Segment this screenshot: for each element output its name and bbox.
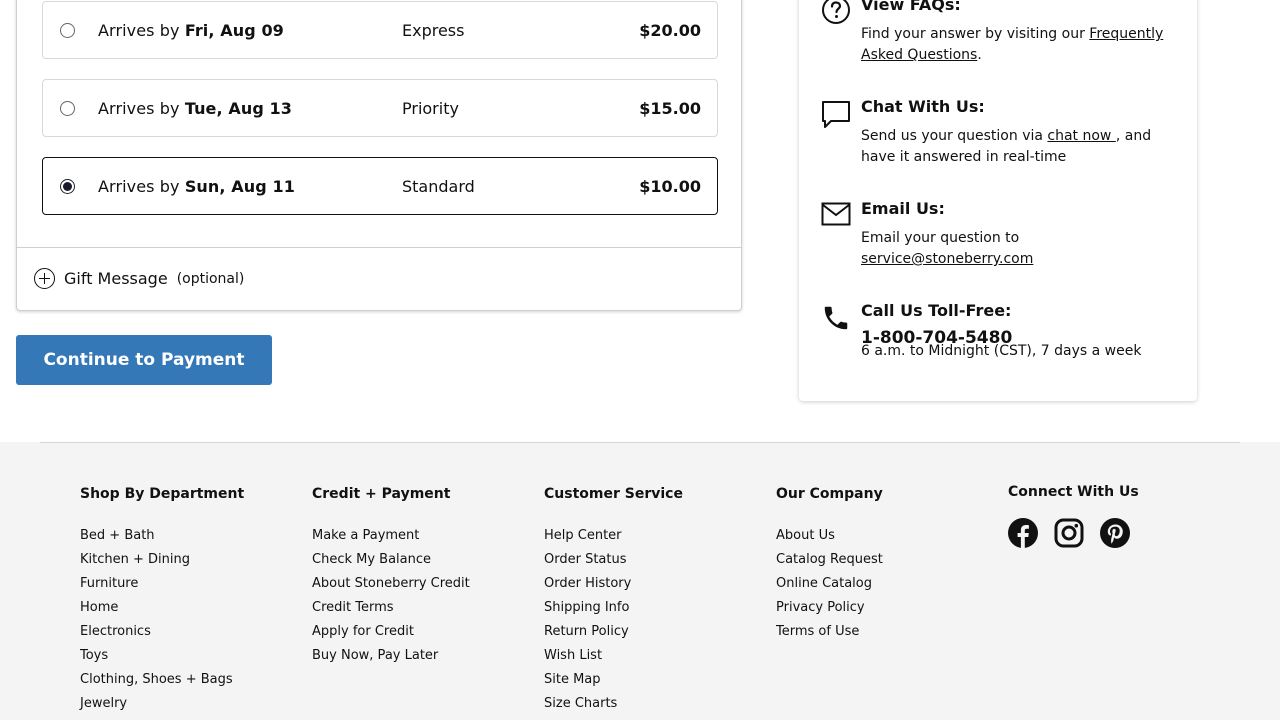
divider (17, 247, 741, 248)
gift-message-toggle[interactable]: Gift Message (optional) (34, 268, 244, 289)
arrival-date: Tue, Aug 13 (184, 98, 293, 118)
instagram-icon[interactable] (1054, 518, 1084, 548)
footer-link[interactable]: About Us (776, 524, 883, 548)
shipping-option-standard[interactable]: Arrives by Sun, Aug 11 Standard $10.00 (42, 157, 718, 215)
footer-link[interactable]: Site Map (544, 668, 683, 692)
footer-link[interactable]: Bed + Bath (80, 524, 244, 548)
footer-link[interactable]: Furniture (80, 572, 244, 596)
email-text: Email your question to service@stoneberry… (861, 228, 1171, 270)
shipping-option-express[interactable]: Arrives by Fri, Aug 09 Express $20.00 (42, 1, 718, 59)
faq-text-prefix: Find your answer by visiting our (861, 26, 1090, 42)
footer-link[interactable]: Clothing, Shoes + Bags (80, 668, 244, 692)
footer-link[interactable]: Wish List (544, 644, 683, 668)
footer-column-title: Credit + Payment (312, 486, 451, 502)
footer-divider (40, 442, 1240, 443)
help-card: View FAQs: Find your answer by visiting … (799, 0, 1197, 401)
faq-title: View FAQs: (861, 0, 961, 14)
chat-now-link[interactable]: chat now (1047, 128, 1115, 144)
footer-link[interactable]: Return Policy (544, 620, 683, 644)
shipping-price: $10.00 (639, 176, 701, 196)
footer-column-customer-service: Customer Service Help Center Order Statu… (544, 486, 683, 716)
footer-link[interactable]: Order History (544, 572, 683, 596)
radio-button[interactable] (60, 22, 75, 38)
footer-link[interactable]: Buy Now, Pay Later (312, 644, 470, 668)
question-circle-icon (821, 0, 851, 29)
gift-message-label: Gift Message (64, 269, 168, 288)
service-name: Express (402, 20, 465, 40)
footer-link[interactable]: Credit Terms (312, 596, 470, 620)
connect-title: Connect With Us (1008, 484, 1139, 500)
chat-text: Send us your question via chat now , and… (861, 126, 1171, 168)
footer-link[interactable]: Catalog Request (776, 548, 883, 572)
arrival-date: Sun, Aug 11 (184, 176, 295, 196)
footer-column-title: Customer Service (544, 486, 683, 502)
footer-column-company: Our Company About Us Catalog Request Onl… (776, 486, 883, 644)
arrives-prefix: Arrives by (98, 176, 185, 196)
phone-title: Call Us Toll-Free: (861, 301, 1012, 320)
chat-title: Chat With Us: (861, 97, 985, 116)
footer-link[interactable]: Shipping Info (544, 596, 683, 620)
radio-button-selected[interactable] (60, 178, 75, 194)
footer-link[interactable]: Make a Payment (312, 524, 470, 548)
chat-bubble-icon (821, 99, 851, 133)
shipping-price: $20.00 (639, 20, 701, 40)
plus-circle-icon[interactable] (34, 268, 55, 289)
facebook-icon[interactable] (1008, 518, 1038, 548)
footer-column-credit: Credit + Payment Make a Payment Check My… (312, 486, 470, 668)
footer-link[interactable]: Home (80, 596, 244, 620)
phone-icon (821, 303, 851, 337)
service-name: Priority (402, 98, 459, 118)
footer-link[interactable]: Jewelry (80, 692, 244, 716)
email-title: Email Us: (861, 199, 945, 218)
radio-button[interactable] (60, 100, 75, 116)
footer-column-title: Shop By Department (80, 486, 245, 502)
footer-link[interactable]: Check My Balance (312, 548, 470, 572)
footer-column-title: Our Company (776, 486, 883, 502)
email-text-prefix: Email your question to (861, 230, 1020, 246)
footer-column-shop: Shop By Department Bed + Bath Kitchen + … (80, 486, 244, 716)
chat-text-prefix: Send us your question via (861, 128, 1048, 144)
faq-text: Find your answer by visiting our Frequen… (861, 24, 1171, 66)
envelope-icon (821, 201, 851, 231)
footer-link[interactable]: Apply for Credit (312, 620, 470, 644)
continue-to-payment-button[interactable]: Continue to Payment (16, 335, 272, 385)
arrival-date: Fri, Aug 09 (184, 20, 284, 40)
footer-link[interactable]: Order Status (544, 548, 683, 572)
arrives-prefix: Arrives by (98, 98, 185, 118)
shipping-price: $15.00 (639, 98, 701, 118)
footer-link[interactable]: Toys (80, 644, 244, 668)
shipping-option-priority[interactable]: Arrives by Tue, Aug 13 Priority $15.00 (42, 79, 718, 137)
connect-with-us: Connect With Us (1008, 484, 1139, 548)
arrives-prefix: Arrives by (98, 20, 185, 40)
faq-text-suffix: . (977, 47, 982, 63)
footer-link[interactable]: Size Charts (544, 692, 683, 716)
footer-link[interactable]: Help Center (544, 524, 683, 548)
email-link[interactable]: service@stoneberry.com (861, 251, 1033, 267)
footer-link[interactable]: Kitchen + Dining (80, 548, 244, 572)
footer-link[interactable]: Online Catalog (776, 572, 883, 596)
footer-link[interactable]: About Stoneberry Credit (312, 572, 470, 596)
pinterest-icon[interactable] (1100, 518, 1130, 548)
footer-link[interactable]: Electronics (80, 620, 244, 644)
footer-link[interactable]: Terms of Use (776, 620, 883, 644)
gift-optional-label: (optional) (176, 270, 245, 287)
footer-link[interactable]: Privacy Policy (776, 596, 883, 620)
shipping-options-card: Arrives by Fri, Aug 09 Express $20.00 Ar… (16, 0, 742, 311)
service-name: Standard (402, 176, 475, 196)
phone-hours: 6 a.m. to Midnight (CST), 7 days a week (861, 343, 1142, 359)
